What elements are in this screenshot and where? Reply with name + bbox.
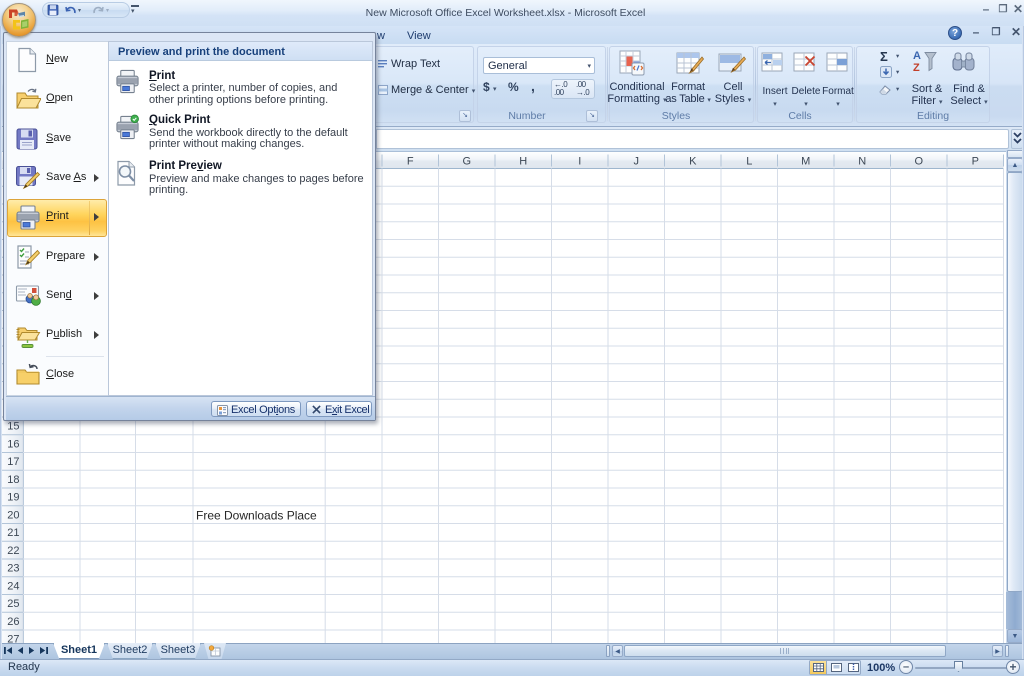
svg-text:27: 27: [7, 634, 19, 643]
svg-text:F: F: [407, 156, 414, 168]
svg-text:P: P: [972, 156, 979, 168]
svg-text:O: O: [914, 156, 923, 168]
svg-text:J: J: [634, 156, 640, 168]
svg-text:L: L: [746, 156, 752, 168]
svg-text:20: 20: [7, 509, 19, 521]
svg-text:N: N: [858, 156, 866, 168]
svg-text:H: H: [519, 156, 527, 168]
svg-text:17: 17: [7, 456, 19, 468]
svg-text:23: 23: [7, 563, 19, 575]
svg-text:22: 22: [7, 545, 19, 557]
svg-text:G: G: [462, 156, 471, 168]
svg-text:Z: Z: [913, 62, 920, 74]
svg-text:I: I: [578, 156, 581, 168]
svg-text:24: 24: [7, 580, 19, 592]
svg-text:19: 19: [7, 492, 19, 504]
svg-text:K: K: [689, 156, 697, 168]
svg-text:A: A: [913, 50, 921, 62]
svg-text:Free Downloads Place: Free Downloads Place: [196, 509, 317, 523]
svg-text:15: 15: [7, 421, 19, 433]
svg-text:16: 16: [7, 438, 19, 450]
svg-text:M: M: [801, 156, 810, 168]
svg-text:26: 26: [7, 616, 19, 628]
svg-text:25: 25: [7, 598, 19, 610]
svg-text:18: 18: [7, 474, 19, 486]
svg-text:21: 21: [7, 527, 19, 539]
